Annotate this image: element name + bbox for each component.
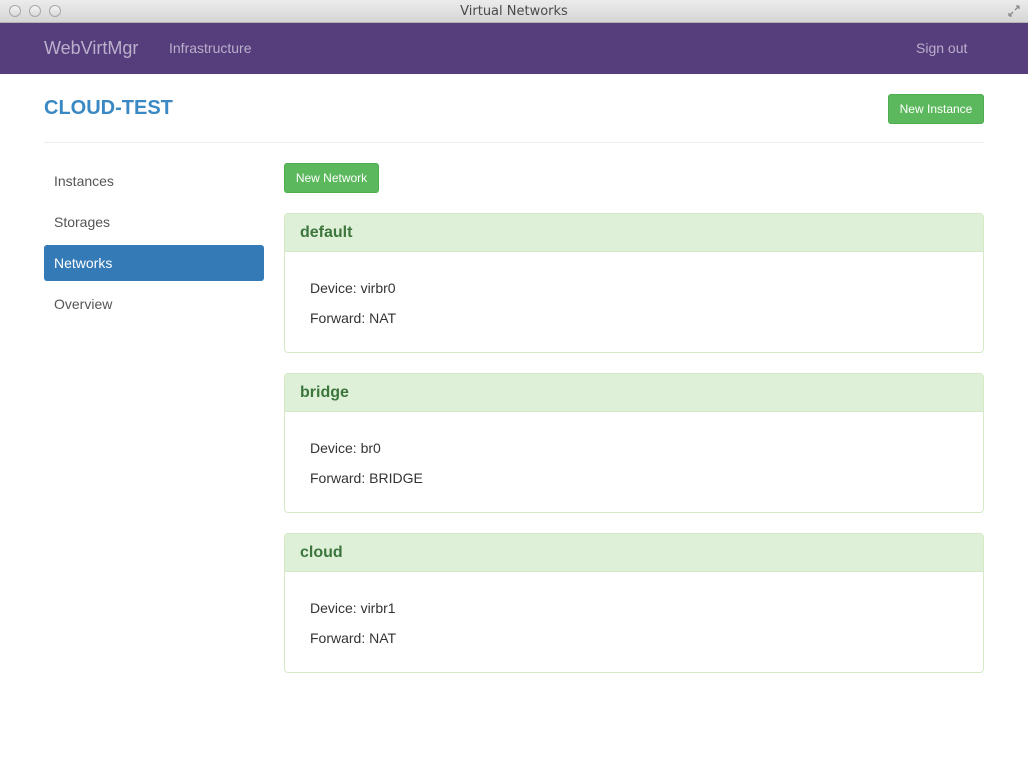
brand-link[interactable]: WebVirtMgr (44, 38, 138, 59)
sidebar-item-networks[interactable]: Networks (44, 245, 264, 281)
window-title: Virtual Networks (460, 4, 568, 19)
network-panel-default: default Device: virbr0 Forward: NAT (284, 213, 984, 353)
network-forward: Forward: NAT (310, 310, 397, 326)
network-forward: Forward: BRIDGE (310, 470, 423, 486)
network-details: Device: virbr1 Forward: NAT (285, 572, 983, 658)
sign-out-link[interactable]: Sign out (916, 40, 967, 56)
network-name-link[interactable]: bridge (285, 374, 983, 412)
network-forward: Forward: NAT (310, 630, 397, 646)
network-details: Device: virbr0 Forward: NAT (285, 252, 983, 338)
new-instance-button[interactable]: New Instance (888, 94, 984, 124)
sidebar-item-overview[interactable]: Overview (44, 286, 264, 322)
new-network-button[interactable]: New Network (284, 163, 379, 193)
network-device: Device: virbr0 (310, 280, 396, 296)
network-device: Device: br0 (310, 440, 381, 456)
network-details: Device: br0 Forward: BRIDGE (285, 412, 983, 498)
header-divider (44, 142, 984, 143)
sidebar-nav: Instances Storages Networks Overview (44, 163, 264, 327)
network-name-link[interactable]: cloud (285, 534, 983, 572)
network-device: Device: virbr1 (310, 600, 396, 616)
window-titlebar: Virtual Networks (0, 0, 1028, 23)
navbar: WebVirtMgr Infrastructure Sign out (0, 23, 1028, 74)
network-name-link[interactable]: default (285, 214, 983, 252)
sidebar-item-storages[interactable]: Storages (44, 204, 264, 240)
page-title: CLOUD-TEST (44, 97, 173, 119)
network-panel-cloud: cloud Device: virbr1 Forward: NAT (284, 533, 984, 673)
nav-link-infrastructure[interactable]: Infrastructure (169, 40, 251, 56)
sidebar-item-instances[interactable]: Instances (44, 163, 264, 199)
network-panel-bridge: bridge Device: br0 Forward: BRIDGE (284, 373, 984, 513)
fullscreen-icon[interactable] (1008, 5, 1020, 17)
